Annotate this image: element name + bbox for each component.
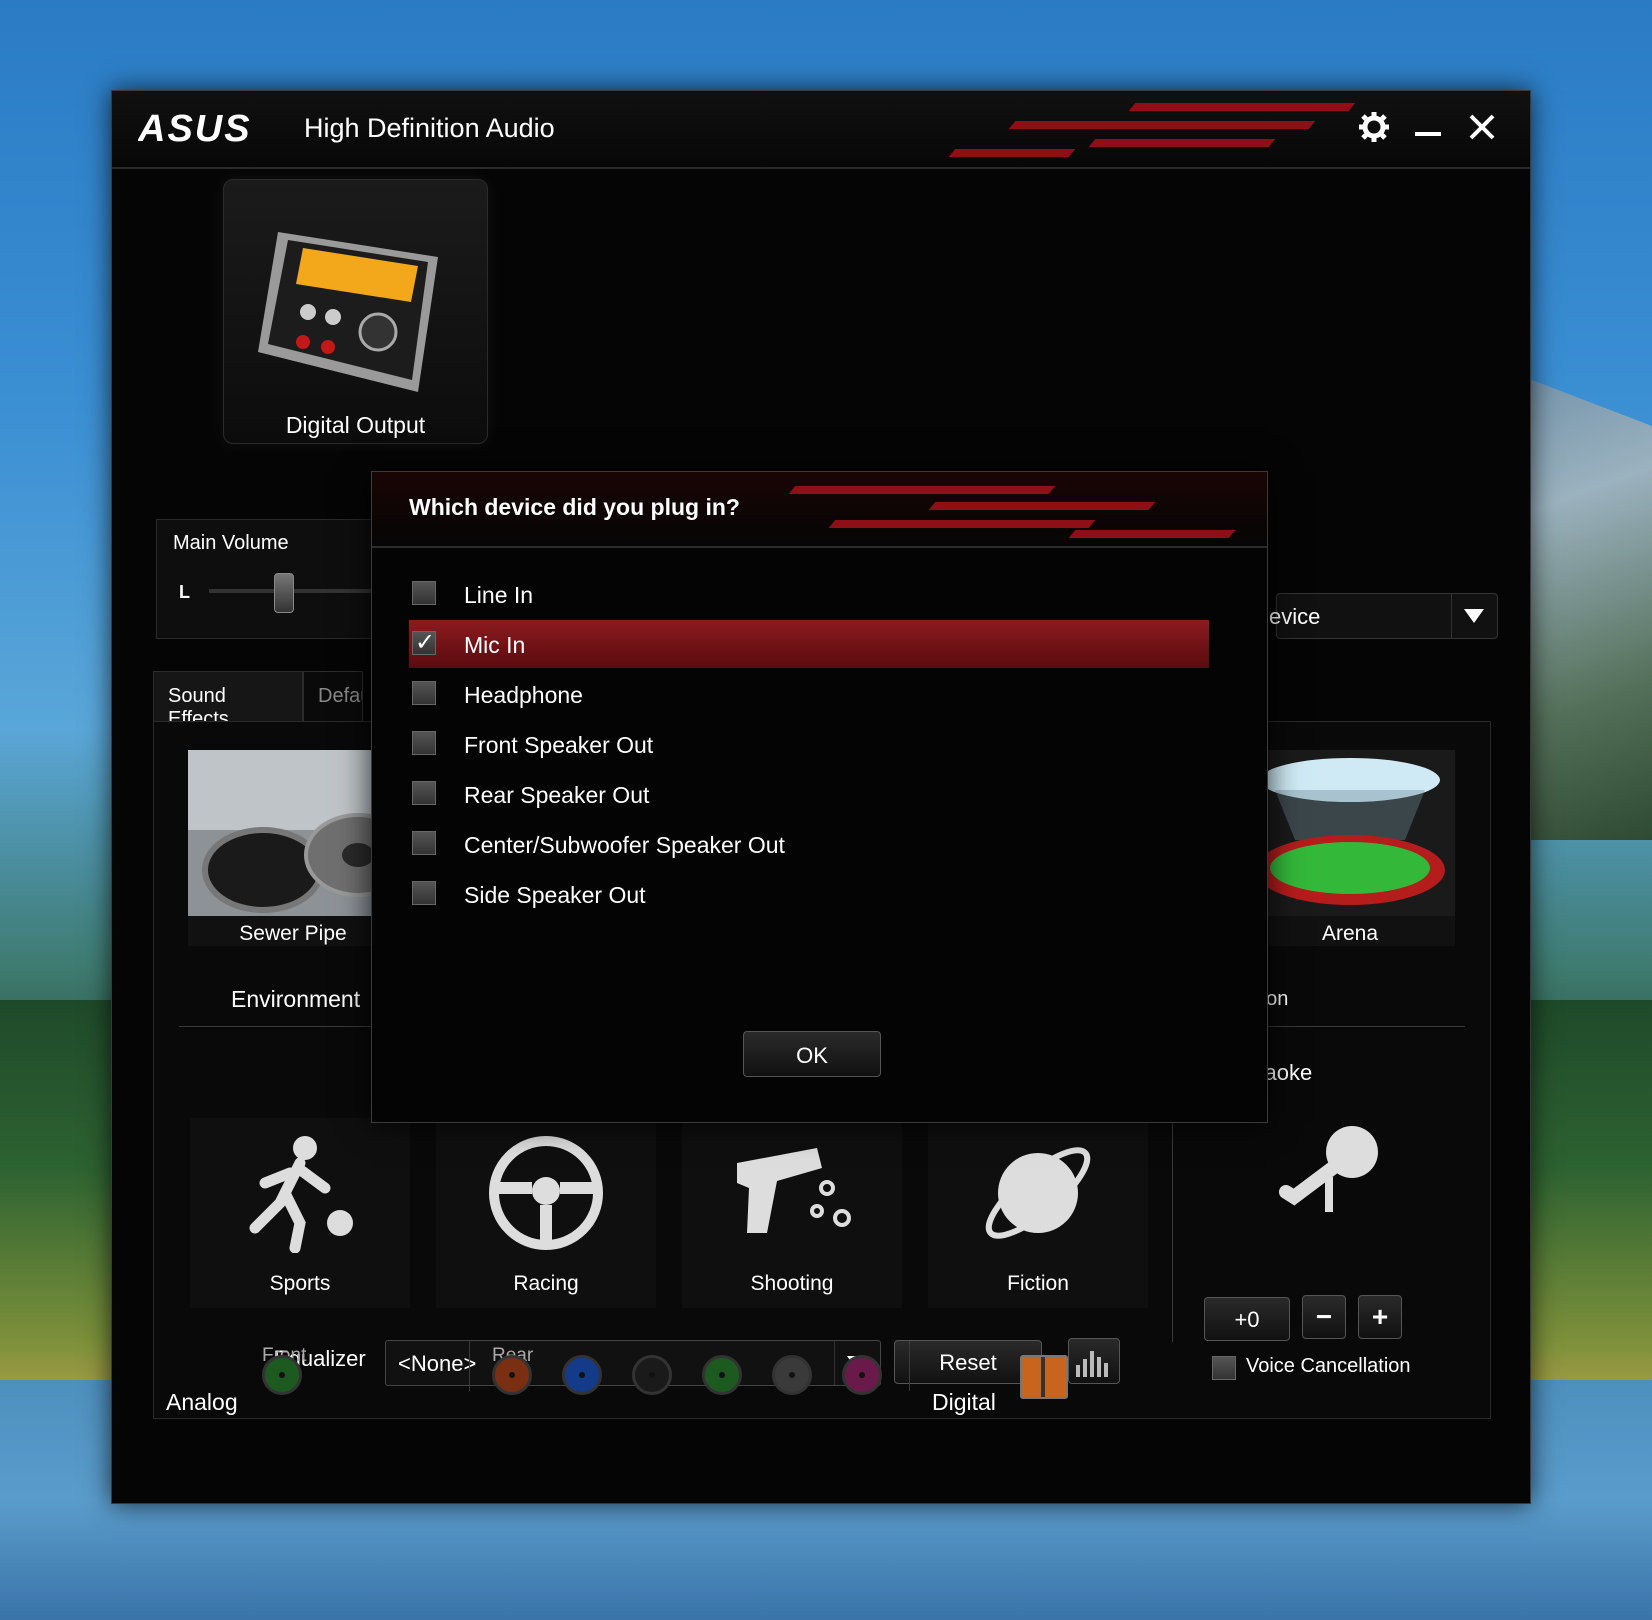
main-volume-box: Main Volume L: [156, 519, 388, 639]
option-checkbox[interactable]: [412, 881, 436, 905]
option-side-speaker-out[interactable]: Side Speaker Out: [409, 870, 1209, 918]
header-stripe: [828, 520, 1096, 528]
pistol-icon: [722, 1128, 862, 1258]
volume-slider-thumb[interactable]: [274, 573, 294, 613]
device-label: Digital Output: [285, 412, 426, 438]
rear-jack-pink[interactable]: [842, 1355, 882, 1395]
dialog-header: Which device did you plug in?: [372, 472, 1267, 548]
mode-racing[interactable]: Racing: [436, 1118, 656, 1308]
tab-default[interactable]: Defau: [303, 671, 363, 721]
karaoke-plus-button[interactable]: +: [1358, 1295, 1402, 1339]
mode-sports[interactable]: Sports: [190, 1118, 410, 1308]
title-stripe: [1008, 121, 1316, 129]
option-label: Line In: [464, 582, 534, 608]
vertical-divider: [1172, 1092, 1173, 1342]
analog-label: Analog: [166, 1389, 238, 1415]
arena-image: [1245, 750, 1455, 916]
digital-output-card[interactable]: Digital Output: [223, 179, 488, 444]
option-center-subwoofer-out[interactable]: Center/Subwoofer Speaker Out: [409, 820, 1209, 868]
header-stripe: [928, 502, 1156, 510]
checkmark-icon: ✓: [415, 629, 436, 656]
dialog-title: Which device did you plug in?: [409, 494, 740, 520]
option-headphone[interactable]: Headphone: [409, 670, 1209, 718]
option-label: Headphone: [464, 682, 583, 708]
rear-jack-black[interactable]: [632, 1355, 672, 1395]
mode-label: Fiction: [1007, 1272, 1069, 1295]
env-label: Arena: [1321, 922, 1379, 945]
front-jack-green[interactable]: [262, 1355, 302, 1395]
mode-shooting[interactable]: Shooting: [682, 1118, 902, 1308]
option-checkbox[interactable]: [412, 831, 436, 855]
minimize-icon[interactable]: [1406, 105, 1450, 149]
default-device-select[interactable]: evice: [1269, 593, 1498, 639]
equalizer-bars-icon[interactable]: [1068, 1338, 1120, 1384]
divider: [469, 1341, 470, 1391]
digital-output-device-icon: [258, 232, 438, 392]
option-checkbox[interactable]: ✓: [412, 629, 436, 656]
option-checkbox[interactable]: [412, 681, 436, 705]
gear-icon[interactable]: [1352, 105, 1396, 149]
steering-wheel-icon: [476, 1128, 616, 1258]
option-label: Front Speaker Out: [464, 732, 654, 758]
mode-label: Shooting: [750, 1272, 834, 1295]
equalizer-value: <None>: [398, 1351, 477, 1376]
rear-jack-green[interactable]: [702, 1355, 742, 1395]
option-checkbox[interactable]: [412, 781, 436, 805]
voice-cancellation-label: Voice Cancellation: [1246, 1355, 1411, 1377]
option-label: Side Speaker Out: [464, 882, 646, 908]
asus-logo-text: ASUS: [138, 111, 252, 145]
option-checkbox[interactable]: [412, 581, 436, 605]
sports-icon: [230, 1128, 370, 1258]
default-device-value: evice: [1269, 604, 1321, 629]
tab-sound-effects[interactable]: Sound Effects: [153, 671, 303, 730]
chevron-down-icon[interactable]: [1451, 594, 1496, 638]
microphone-icon: [1274, 1122, 1384, 1237]
header-stripe: [1068, 530, 1236, 538]
option-mic-in[interactable]: ✓ Mic In: [409, 620, 1209, 668]
karaoke-value: +0: [1204, 1297, 1290, 1341]
app-title: High Definition Audio: [304, 113, 555, 143]
close-icon[interactable]: [1460, 105, 1504, 149]
mode-label: Sports: [269, 1272, 331, 1295]
title-stripe: [948, 149, 1076, 157]
title-stripe: [1128, 103, 1356, 111]
voice-cancellation-checkbox[interactable]: [1212, 1356, 1236, 1380]
environment-label: Environment: [231, 986, 361, 1012]
title-bar: ASUS High Definition Audio: [112, 91, 1530, 169]
header-stripe: [788, 486, 1056, 494]
option-label: Rear Speaker Out: [464, 782, 650, 808]
rear-jack-gray[interactable]: [772, 1355, 812, 1395]
planet-icon: [968, 1128, 1108, 1258]
env-label: Sewer Pipe: [239, 922, 347, 945]
ok-button[interactable]: OK: [743, 1031, 881, 1077]
option-checkbox[interactable]: [412, 731, 436, 755]
volume-slider-track[interactable]: [209, 589, 379, 593]
sewer-pipe-image: [188, 750, 398, 916]
option-label: Mic In: [464, 632, 526, 658]
asus-logo: ASUS: [138, 111, 252, 145]
option-label: Center/Subwoofer Speaker Out: [464, 832, 785, 858]
karaoke-minus-button[interactable]: −: [1302, 1295, 1346, 1339]
env-card-sewer-pipe[interactable]: Sewer Pipe: [188, 750, 398, 946]
rear-jack-blue[interactable]: [562, 1355, 602, 1395]
digital-jack-icon[interactable]: [1020, 1355, 1068, 1399]
option-rear-speaker-out[interactable]: Rear Speaker Out: [409, 770, 1209, 818]
option-line-in[interactable]: Line In: [409, 570, 1209, 618]
main-volume-title: Main Volume: [173, 532, 289, 554]
device-detection-dialog: Which device did you plug in? Line In ✓ …: [371, 471, 1268, 1123]
mode-label: Racing: [513, 1272, 579, 1295]
rear-jack-orange[interactable]: [492, 1355, 532, 1395]
mode-fiction[interactable]: Fiction: [928, 1118, 1148, 1308]
digital-label: Digital: [932, 1389, 996, 1415]
option-front-speaker-out[interactable]: Front Speaker Out: [409, 720, 1209, 768]
title-stripe: [1088, 139, 1276, 147]
divider: [909, 1341, 910, 1391]
left-channel-label: L: [179, 582, 190, 602]
env-card-arena[interactable]: Arena: [1245, 750, 1455, 946]
